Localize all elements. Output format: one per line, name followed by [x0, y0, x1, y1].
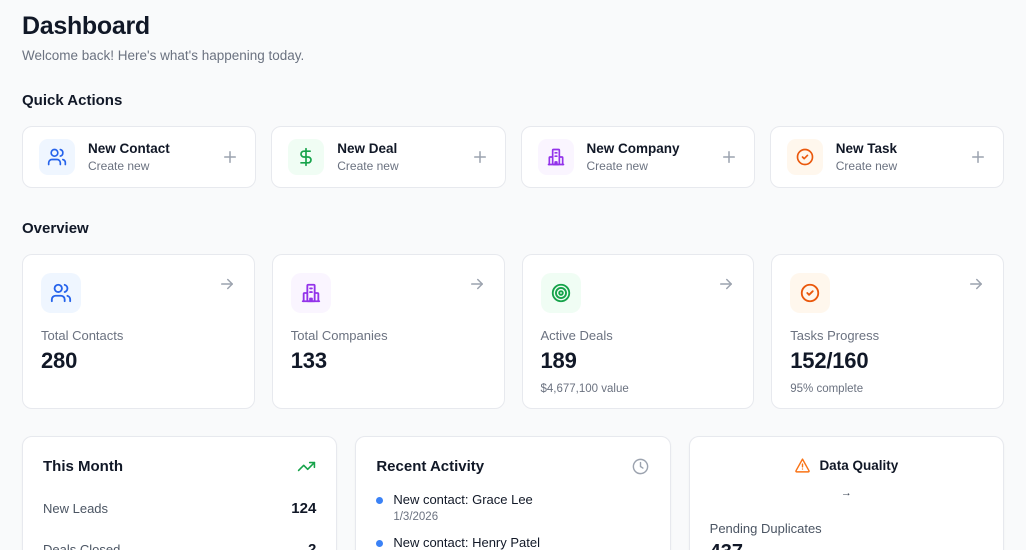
data-quality-title: Data Quality — [819, 458, 899, 473]
quick-action-new-company[interactable]: New Company Create new — [520, 126, 755, 188]
building-icon — [537, 139, 574, 175]
this-month-panel: This Month New Leads 124 Deals Closed 2 — [22, 436, 338, 550]
quick-actions-grid: New Contact Create new New Deal Create n… — [22, 126, 1004, 188]
quick-actions-heading: Quick Actions — [22, 92, 123, 109]
quick-action-sublabel: Create new — [835, 159, 898, 173]
month-stat-value: 2 — [307, 541, 317, 550]
bullet-dot-icon — [376, 540, 384, 547]
activity-item: New contact: Grace Lee 1/3/2026 — [376, 492, 649, 523]
stat-card-total-companies[interactable]: Total Companies 133 — [271, 254, 505, 409]
this-month-title: This Month — [43, 458, 123, 475]
stat-label: Total Companies — [290, 328, 388, 343]
quick-action-new-task[interactable]: New Task Create new — [769, 126, 1004, 188]
pending-duplicates-value: 437 — [710, 541, 983, 550]
quick-action-label: New Company — [586, 141, 680, 156]
users-icon — [41, 273, 81, 313]
quick-action-sublabel: Create new — [337, 159, 399, 173]
bottom-panels: This Month New Leads 124 Deals Closed 2 … — [22, 436, 1004, 550]
clock-icon — [631, 457, 650, 476]
dollar-icon — [288, 139, 325, 175]
plus-icon — [221, 148, 239, 166]
plus-icon — [969, 148, 987, 166]
stat-card-active-deals[interactable]: Active Deals 189 $4,677,100 value — [521, 254, 755, 409]
month-stat-row: Deals Closed 2 — [43, 541, 316, 550]
stat-card-tasks-progress[interactable]: Tasks Progress 152/160 95% complete — [771, 254, 1004, 409]
target-icon — [540, 273, 581, 313]
month-stat-label: Deals Closed — [43, 542, 121, 550]
users-icon — [39, 139, 75, 175]
circle-check-icon — [786, 139, 823, 175]
stat-value: 133 — [290, 348, 327, 373]
month-stat-label: New Leads — [43, 501, 109, 516]
activity-list: New contact: Grace Lee 1/3/2026 New cont… — [376, 492, 649, 550]
stat-label: Total Contacts — [41, 328, 124, 343]
activity-text: New contact: Henry Patel — [393, 535, 541, 550]
stat-value: 280 — [41, 348, 78, 373]
circle-check-icon — [790, 273, 831, 313]
arrow-right-icon — [218, 275, 236, 293]
activity-date: 1/3/2026 — [393, 511, 439, 523]
building-icon — [290, 273, 331, 313]
data-quality-panel: Data Quality → Pending Duplicates 437 — [688, 436, 1004, 550]
page-subtitle: Welcome back! Here's what's happening to… — [22, 48, 305, 63]
activity-item: New contact: Henry Patel 1/3/2026 — [376, 535, 649, 550]
overview-grid: Total Contacts 280 Total Companies 133 A… — [22, 254, 1004, 409]
stat-substat: 95% complete — [790, 383, 864, 395]
month-stat-row: New Leads 124 — [43, 500, 316, 517]
page-title: Dashboard — [22, 12, 150, 40]
plus-icon — [471, 148, 489, 166]
quick-action-label: New Task — [835, 141, 898, 156]
quick-action-label: New Contact — [88, 141, 170, 156]
stat-label: Active Deals — [540, 328, 613, 343]
trending-up-icon — [297, 457, 316, 476]
quick-action-sublabel: Create new — [88, 159, 150, 173]
arrow-right-icon — [967, 275, 985, 293]
bullet-dot-icon — [376, 497, 384, 504]
warning-triangle-icon — [794, 457, 811, 474]
arrow-right-icon: → — [840, 487, 852, 499]
quick-action-label: New Deal — [337, 141, 398, 156]
plus-icon — [720, 148, 738, 166]
quick-action-new-deal[interactable]: New Deal Create new — [271, 126, 506, 188]
recent-activity-panel: Recent Activity New contact: Grace Lee 1… — [355, 436, 671, 550]
stat-value: 152/160 — [790, 348, 869, 373]
arrow-right-icon — [468, 275, 486, 293]
arrow-right-icon — [717, 275, 735, 293]
pending-duplicates-label: Pending Duplicates — [709, 521, 822, 536]
activity-text: New contact: Grace Lee — [393, 492, 533, 507]
stat-value: 189 — [540, 348, 577, 373]
quick-action-sublabel: Create new — [586, 159, 648, 173]
stat-substat: $4,677,100 value — [540, 383, 629, 395]
dashboard-page: Dashboard Welcome back! Here's what's ha… — [0, 0, 1026, 550]
month-stat-value: 124 — [291, 500, 317, 517]
recent-activity-title: Recent Activity — [376, 458, 485, 475]
overview-heading: Overview — [22, 220, 89, 237]
stat-card-total-contacts[interactable]: Total Contacts 280 — [22, 254, 255, 409]
stat-label: Tasks Progress — [790, 328, 880, 343]
quick-action-new-contact[interactable]: New Contact Create new — [22, 126, 257, 188]
